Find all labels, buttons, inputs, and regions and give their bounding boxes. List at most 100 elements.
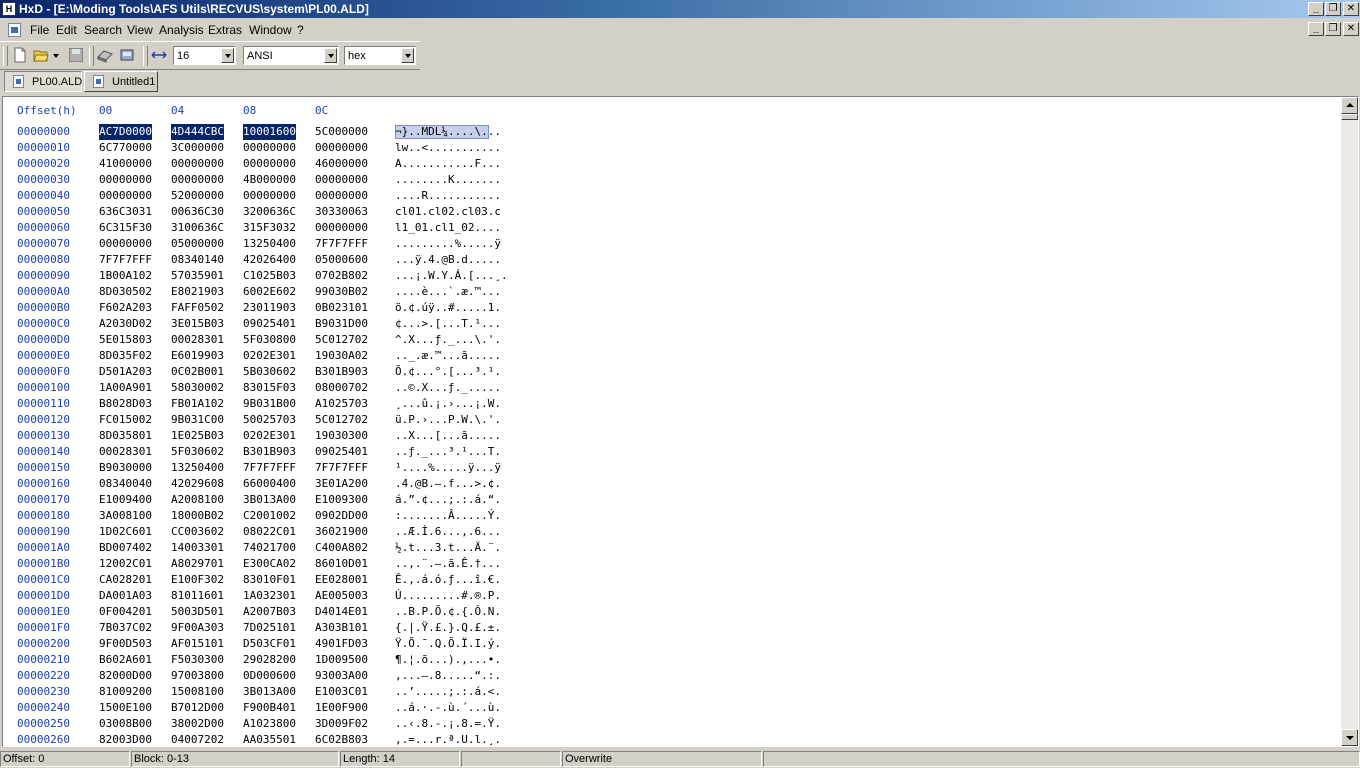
hex-row[interactable]: 000001F0 7B037C02 9F00A303 7D025101 A303B101…	[3, 620, 1341, 636]
ascii-text[interactable]: ....R...........	[395, 188, 501, 204]
hex-byte-group[interactable]: 23011903	[243, 300, 296, 316]
hex-byte-group[interactable]: 1A00A901	[99, 380, 152, 396]
hex-byte-group[interactable]: 10001600	[243, 124, 296, 140]
hex-byte-group[interactable]: 57035901	[171, 268, 224, 284]
hex-row[interactable]: 00000160 08340040 42029608 66000400 3E01A200…	[3, 476, 1341, 492]
hex-byte-group[interactable]: 3D009F02	[315, 716, 368, 732]
hex-byte-group[interactable]: 1D02C601	[99, 524, 152, 540]
hex-byte-group[interactable]: E1003C01	[315, 684, 368, 700]
hex-byte-group[interactable]: D501A203	[99, 364, 152, 380]
hex-byte-group[interactable]: A1025703	[315, 396, 368, 412]
hex-byte-group[interactable]: 41000000	[99, 156, 152, 172]
hex-byte-group[interactable]: 5C012702	[315, 412, 368, 428]
ascii-text[interactable]: ..X...[...ã.....	[395, 428, 501, 444]
ascii-text[interactable]: cl01.cl02.cl03.c	[395, 204, 501, 220]
hex-byte-group[interactable]: 7F7F7FFF	[99, 252, 152, 268]
hex-row[interactable]: 00000200 9F00D503 AF015101 D503CF01 4901FD03…	[3, 636, 1341, 652]
ascii-text[interactable]: Ê.‚.á.ó.ƒ...î.€.	[395, 572, 501, 588]
hex-byte-group[interactable]: 93003A00	[315, 668, 368, 684]
hex-byte-group[interactable]: E300CA02	[243, 556, 296, 572]
hex-byte-group[interactable]: 5F030800	[243, 332, 296, 348]
hex-byte-group[interactable]: 08000702	[315, 380, 368, 396]
menu-search[interactable]: Search	[84, 23, 122, 37]
hex-byte-group[interactable]: 09025401	[243, 316, 296, 332]
hex-byte-group[interactable]: A8029701	[171, 556, 224, 572]
tab-pl00-ald[interactable]: PL00.ALD	[4, 71, 82, 92]
menu-analysis[interactable]: Analysis	[159, 23, 204, 37]
hex-byte-group[interactable]: 04007202	[171, 732, 224, 746]
hex-row[interactable]: 00000150 B9030000 13250400 7F7F7FFF 7F7F7FFF…	[3, 460, 1341, 476]
hex-byte-group[interactable]: 8D030502	[99, 284, 152, 300]
ascii-text[interactable]: lw..<...........	[395, 140, 501, 156]
hex-byte-group[interactable]: 00000000	[99, 188, 152, 204]
hex-row[interactable]: 00000170 E1009400 A2008100 3B013A00 E1009300…	[3, 492, 1341, 508]
hex-byte-group[interactable]: 05000000	[171, 236, 224, 252]
hex-byte-group[interactable]: 5E015803	[99, 332, 152, 348]
hex-byte-group[interactable]: 3200636C	[243, 204, 296, 220]
ascii-text[interactable]: ¬}..MDL¼....\...	[395, 124, 501, 140]
hex-byte-group[interactable]: 8D035F02	[99, 348, 152, 364]
toolbar-grip-2[interactable]	[143, 46, 148, 66]
hex-byte-group[interactable]: 13250400	[171, 460, 224, 476]
ascii-text[interactable]: A...........F...	[395, 156, 501, 172]
hex-row[interactable]: 00000110 B8028D03 FB01A102 9B031B00 A1025703…	[3, 396, 1341, 412]
ascii-text[interactable]: á.”.¢...;.:.á.“.	[395, 492, 501, 508]
hex-byte-group[interactable]: FC015002	[99, 412, 152, 428]
hex-byte-group[interactable]: D4014E01	[315, 604, 368, 620]
hex-byte-group[interactable]: 08340040	[99, 476, 152, 492]
open-ram-icon[interactable]	[119, 47, 135, 63]
scroll-up-button[interactable]	[1341, 97, 1358, 114]
hex-byte-group[interactable]: 12002C01	[99, 556, 152, 572]
mdi-minimize-button[interactable]: _	[1308, 22, 1324, 36]
hex-row[interactable]: 00000040 00000000 52000000 00000000 00000000…	[3, 188, 1341, 204]
hex-byte-group[interactable]: 14003301	[171, 540, 224, 556]
hex-row[interactable]: 000001D0 DA001A03 81011601 1A032301 AE005003…	[3, 588, 1341, 604]
title-bar[interactable]: H HxD - [E:\Moding Tools\AFS Utils\RECVU…	[0, 0, 1360, 18]
hex-byte-group[interactable]: 00000000	[243, 140, 296, 156]
hex-byte-group[interactable]: 00000000	[171, 156, 224, 172]
save-icon[interactable]	[68, 47, 84, 63]
hex-byte-group[interactable]: 00000000	[99, 236, 152, 252]
hex-byte-group[interactable]: 13250400	[243, 236, 296, 252]
hex-byte-group[interactable]: 30330063	[315, 204, 368, 220]
hex-byte-group[interactable]: FAFF0502	[171, 300, 224, 316]
hex-byte-group[interactable]: E1009400	[99, 492, 152, 508]
hex-byte-group[interactable]: 00028301	[171, 332, 224, 348]
hex-byte-group[interactable]: 18000B02	[171, 508, 224, 524]
hex-byte-group[interactable]: 09025401	[315, 444, 368, 460]
hex-byte-group[interactable]: 42026400	[243, 252, 296, 268]
hex-row[interactable]: 00000120 FC015002 9B031C00 50025703 5C012702…	[3, 412, 1341, 428]
hex-row[interactable]: 00000240 1500E100 B7012D00 F900B401 1E00F900…	[3, 700, 1341, 716]
hex-byte-group[interactable]: 86010D01	[315, 556, 368, 572]
mdi-close-button[interactable]: ✕	[1343, 22, 1359, 36]
ascii-text[interactable]: :.......Â.....Ý.	[395, 508, 501, 524]
ascii-text[interactable]: ¸...û.¡.›...¡.W.	[395, 396, 501, 412]
hex-byte-group[interactable]: 0C02B001	[171, 364, 224, 380]
ascii-text[interactable]: ½.t...3.t...Ä.¨.	[395, 540, 501, 556]
hex-byte-group[interactable]: B9030000	[99, 460, 152, 476]
open-folder-icon[interactable]	[33, 47, 49, 63]
menu-view[interactable]: View	[127, 23, 153, 37]
hex-byte-group[interactable]: 5B030602	[243, 364, 296, 380]
hex-byte-group[interactable]: A2030D02	[99, 316, 152, 332]
ascii-text[interactable]: ö.¢.úÿ..#.....1.	[395, 300, 501, 316]
hex-byte-group[interactable]: 00000000	[315, 220, 368, 236]
hex-row[interactable]: 00000050 636C3031 00636C30 3200636C 30330063…	[3, 204, 1341, 220]
hex-byte-group[interactable]: 00000000	[99, 172, 152, 188]
hex-byte-group[interactable]: 3B013A00	[243, 684, 296, 700]
hex-byte-group[interactable]: B602A601	[99, 652, 152, 668]
hex-byte-group[interactable]: BD007402	[99, 540, 152, 556]
hex-row[interactable]: 00000010 6C770000 3C000000 00000000 00000000…	[3, 140, 1341, 156]
ascii-text[interactable]: ..’.....;.:.á.<.	[395, 684, 501, 700]
ascii-text[interactable]: ü.P.›...P.W.\.'.	[395, 412, 501, 428]
hex-byte-group[interactable]: 97003800	[171, 668, 224, 684]
hex-byte-group[interactable]: 00000000	[243, 156, 296, 172]
hex-byte-group[interactable]: C1025B03	[243, 268, 296, 284]
hex-row[interactable]: 00000260 82003D00 04007202 AA035501 6C02B803…	[3, 732, 1341, 746]
hex-byte-group[interactable]: F602A203	[99, 300, 152, 316]
hex-byte-group[interactable]: 15008100	[171, 684, 224, 700]
bytes-per-row-select[interactable]: 16	[173, 46, 236, 65]
ascii-text[interactable]: ..©.X...ƒ._.....	[395, 380, 501, 396]
hex-byte-group[interactable]: AF015101	[171, 636, 224, 652]
hex-byte-group[interactable]: A1023800	[243, 716, 296, 732]
